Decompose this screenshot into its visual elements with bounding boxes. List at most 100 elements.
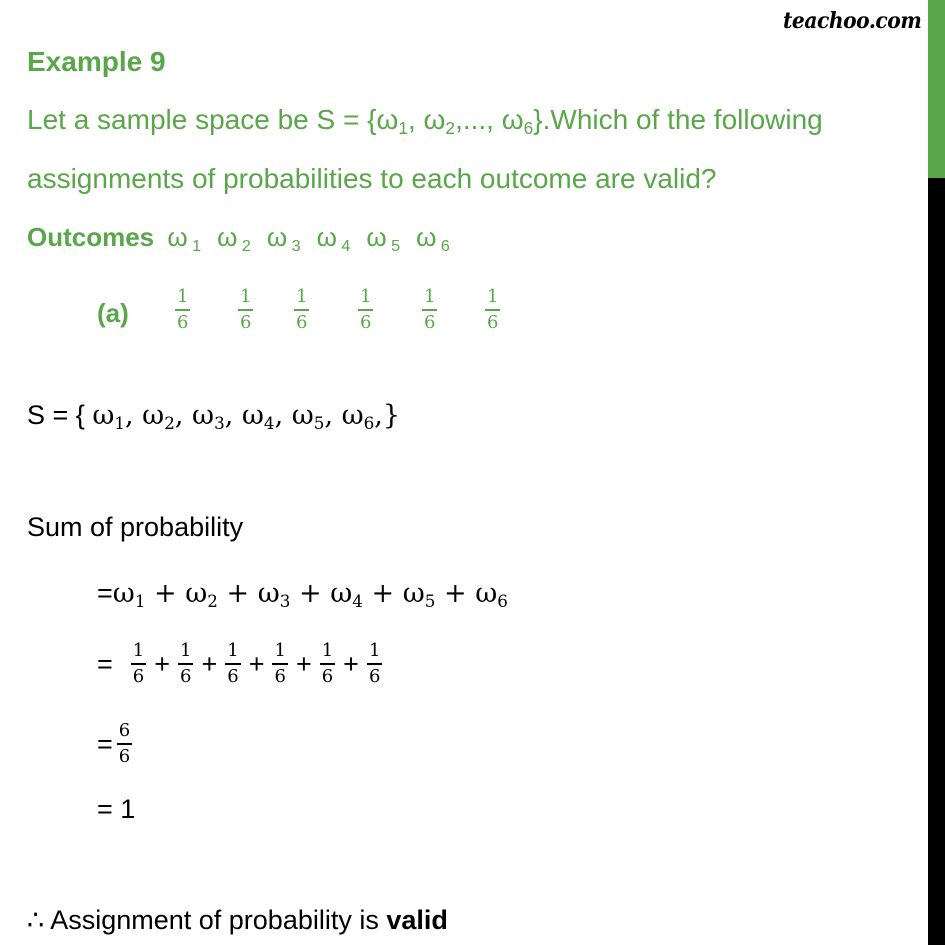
subscript: 1 — [398, 118, 408, 139]
example-title: Example 9 — [27, 46, 166, 77]
conclusion-valid: valid — [386, 905, 448, 935]
plus-sign: + — [201, 648, 218, 679]
outcomes-label: Outcomes — [27, 222, 155, 252]
omega-symbol: ω — [316, 222, 337, 252]
plus-sign: + — [295, 648, 312, 679]
plus-sign: + — [248, 648, 265, 679]
fraction-bar — [319, 663, 336, 665]
denominator: 6 — [296, 312, 308, 333]
fraction: 16 — [358, 286, 374, 333]
fraction-bar — [238, 309, 254, 311]
subscript: 2 — [445, 118, 456, 139]
scrollbar-thumb[interactable] — [928, 0, 945, 178]
equals-sign: = — [97, 578, 113, 608]
fraction: 16 — [294, 288, 310, 333]
omega-symbol: ω — [366, 222, 387, 252]
fraction: 16 — [178, 640, 194, 686]
plus-sign: + — [154, 648, 171, 679]
fraction-bar — [272, 663, 288, 665]
numerator: 1 — [240, 286, 252, 307]
numerator: 1 — [227, 640, 239, 661]
fraction: 16 — [238, 286, 254, 333]
subscript: 5 — [424, 591, 436, 612]
separator: , — [174, 400, 193, 431]
denominator: 6 — [487, 312, 499, 333]
fraction-bar — [422, 309, 438, 311]
fraction-bar — [178, 663, 194, 665]
numerator: 1 — [360, 286, 372, 307]
fraction-bar — [116, 743, 133, 745]
denominator: 6 — [360, 312, 372, 333]
q-text: }.Which of the following — [533, 104, 823, 135]
sum-title: Sum of probability — [27, 512, 244, 542]
question-line-2: assignments of probabilities to each out… — [27, 163, 717, 194]
subscript: 3 — [214, 413, 225, 434]
denominator: 6 — [274, 666, 286, 687]
numerator: 1 — [424, 286, 436, 307]
step-1: = ω1 + ω2 + ω3 + ω4 + ω5 + ω6 — [97, 578, 508, 609]
separator: ,} — [374, 400, 401, 431]
s-prefix: S = { — [27, 400, 93, 430]
fraction-bar — [366, 663, 383, 665]
therefore-symbol: ∴ — [27, 905, 45, 935]
numerator: 1 — [487, 286, 499, 307]
omega-symbol: ω — [257, 578, 280, 609]
denominator: 6 — [177, 312, 189, 333]
fraction-bar — [175, 309, 191, 311]
separator: , — [324, 400, 342, 431]
numerator: 1 — [177, 286, 189, 307]
step-4: = 1 — [97, 794, 136, 824]
omega-symbol: ω — [185, 578, 208, 609]
conclusion-text: Assignment of probability is — [44, 905, 387, 935]
omega-symbol: ω — [475, 578, 498, 609]
outcome-item: ω 6 — [416, 222, 450, 255]
numerator: 1 — [321, 640, 334, 661]
outcome-item: ω 5 — [366, 222, 401, 255]
subscript: 4 — [336, 236, 351, 255]
outcome-item: ω 3 — [266, 222, 301, 254]
omega-symbol: ω — [142, 400, 165, 431]
subscript: 1 — [134, 591, 146, 612]
denominator: 6 — [240, 312, 252, 333]
omega-symbol: ω — [330, 578, 353, 609]
conclusion: ∴ Assignment of probability is valid — [27, 905, 448, 936]
numerator: 1 — [180, 640, 192, 661]
omega-symbol: ω — [291, 400, 314, 431]
plus-sign: + — [217, 578, 258, 609]
subscript: 2 — [207, 591, 218, 612]
fraction-bar — [294, 309, 310, 311]
subscript: 2 — [237, 236, 251, 255]
omega-symbol: ω — [112, 578, 135, 609]
step-2: = 1 6 +1 6 +1 6 +1 6 +1 6 +1 6 — [97, 642, 386, 686]
option-a-label: (a) — [97, 298, 129, 328]
omega-symbol: ω — [241, 400, 264, 431]
subscript: 2 — [164, 413, 175, 434]
equals-sign: = — [97, 648, 113, 679]
fraction: 16 — [366, 642, 383, 686]
step-3: = 6 6 — [97, 722, 136, 766]
denominator: 6 — [118, 746, 131, 767]
plus-sign: + — [435, 578, 476, 609]
subscript: 6 — [523, 118, 534, 139]
fraction: 16 — [485, 286, 501, 333]
outcome-item: ω 2 — [217, 222, 251, 255]
subscript: 5 — [386, 236, 401, 255]
plus-sign: + — [343, 648, 359, 679]
omega-symbol: ω — [192, 400, 215, 431]
denominator: 6 — [321, 666, 334, 687]
scrollbar[interactable] — [928, 0, 945, 945]
fraction: 16 — [130, 642, 147, 686]
plus-sign: + — [145, 578, 186, 609]
fraction-bar — [358, 309, 374, 311]
omega-symbol: ω — [266, 222, 288, 252]
plus-sign: + — [290, 578, 331, 609]
subscript: 6 — [436, 236, 450, 255]
subscript: 6 — [363, 413, 375, 434]
omega-symbol: ω — [376, 104, 399, 135]
subscript: 5 — [313, 413, 325, 434]
fraction-bar — [225, 663, 241, 665]
subscript: 4 — [263, 413, 275, 434]
numerator: 6 — [118, 720, 131, 741]
subscript: 6 — [497, 591, 508, 612]
omega-symbol: ω — [402, 578, 425, 609]
